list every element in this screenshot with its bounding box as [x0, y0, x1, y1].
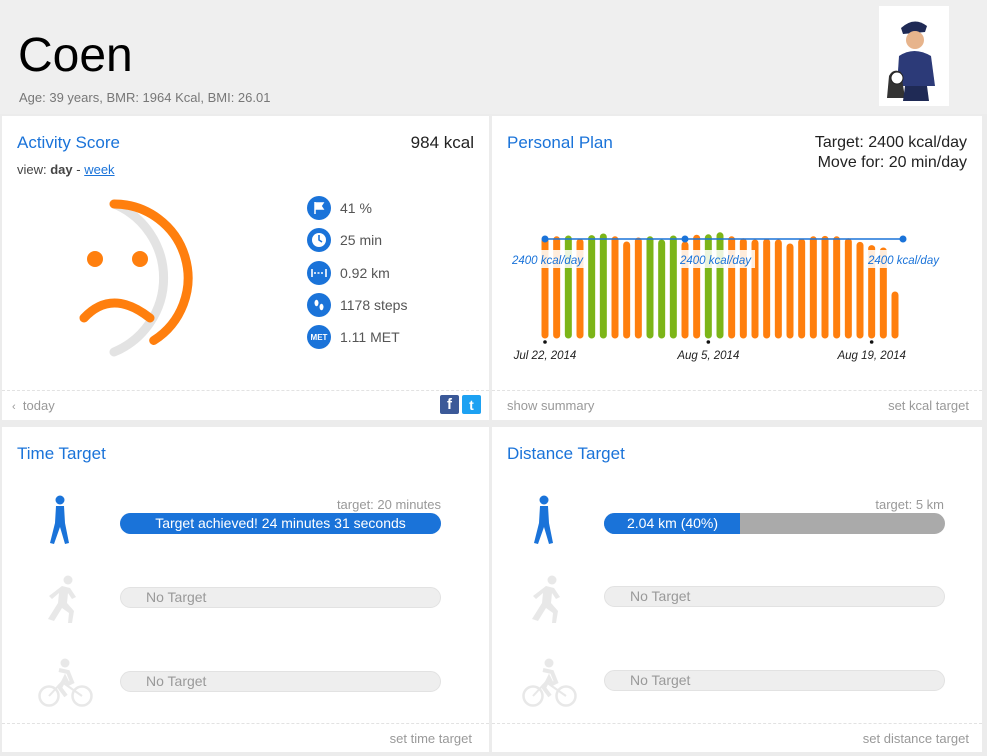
plan-target: Target: 2400 kcal/day [814, 134, 967, 151]
stat-steps-text: 1178 steps [340, 297, 408, 313]
twitter-share-icon[interactable]: t [462, 395, 481, 414]
stat-minutes-text: 25 min [340, 232, 383, 248]
user-name: Coen [18, 29, 133, 82]
stat-steps: 1178 steps [307, 293, 407, 317]
facebook-share-icon[interactable]: f [440, 395, 459, 414]
footsteps-icon [307, 293, 331, 317]
running-icon [532, 575, 560, 623]
face-left-eye [87, 251, 103, 267]
view-separator: - [72, 162, 85, 177]
target-label: 2400 kcal/day [679, 255, 752, 267]
stat-percent-text: 41 % [340, 200, 372, 216]
time-no-target-cycling-text: No Target [146, 673, 207, 689]
distance-target-caption: target: 5 km [875, 497, 944, 512]
time-target-title[interactable]: Time Target [17, 444, 106, 464]
target-point [541, 235, 549, 243]
x-tick-dot [543, 340, 547, 344]
time-target-panel: Time Target target: 20 minutes Target ac… [2, 427, 489, 752]
view-label: view: [17, 162, 51, 177]
today-label: today [22, 398, 55, 413]
chevron-left-icon: ‹ [12, 401, 16, 413]
activity-score-gauge [79, 199, 193, 357]
stat-distance: 0.92 km [307, 261, 390, 285]
stat-met: MET 1.11 MET [307, 325, 400, 349]
stat-met-text: 1.11 MET [340, 329, 400, 345]
face-sad-mouth [79, 298, 155, 323]
target-label: 2400 kcal/day [867, 255, 940, 267]
personal-plan-chart[interactable]: 2400 kcal/day 2400 kcal/day 2400 kcal/day J… [492, 200, 982, 370]
distance-icon [307, 261, 331, 285]
avatar[interactable] [879, 6, 949, 106]
met-icon: MET [307, 325, 331, 349]
footer-divider [492, 390, 982, 391]
walking-icon [50, 495, 69, 544]
user-stats: Age: 39 years, BMR: 1964 Kcal, BMI: 26.0… [19, 90, 271, 105]
distance-no-target-cycling-text: No Target [630, 672, 691, 688]
walking-icon [534, 495, 553, 544]
distance-no-target-running-text: No Target [630, 588, 691, 604]
target-point [899, 235, 907, 243]
stat-percent: 41 % [307, 196, 372, 220]
target-point [681, 235, 689, 243]
x-tick-label: Aug 19, 2014 [836, 350, 905, 362]
plan-move: Move for: 20 min/day [817, 154, 967, 171]
time-progress-bar: Target achieved! 24 minutes 31 seconds [120, 513, 441, 534]
personal-plan-panel: Personal Plan Target: 2400 kcal/day Move… [492, 116, 982, 420]
running-icon [48, 575, 76, 623]
x-tick-dot [706, 340, 711, 344]
time-target-caption: target: 20 minutes [336, 497, 441, 512]
target-label: 2400 kcal/day [511, 255, 584, 267]
distance-progress-bar: 2.04 km (40%) [604, 513, 945, 534]
distance-progress-text: 2.04 km (40%) [627, 515, 719, 531]
x-tick-label: Aug 5, 2014 [676, 350, 739, 362]
footer-divider [2, 390, 489, 391]
footer-divider [492, 723, 982, 724]
set-time-target-link[interactable]: set time target [390, 731, 472, 746]
view-week-link[interactable]: week [84, 162, 114, 177]
distance-no-target-running[interactable]: No Target [604, 586, 945, 607]
time-no-target-cycling[interactable]: No Target [120, 671, 441, 692]
activity-kcal: 984 kcal [410, 133, 474, 152]
cycling-icon [38, 658, 93, 707]
clock-icon [307, 228, 331, 252]
view-switcher: view: day - week [17, 162, 115, 177]
time-no-target-running-text: No Target [146, 589, 207, 605]
profile-header: Coen Age: 39 years, BMR: 1964 Kcal, BMI:… [0, 0, 987, 114]
show-summary-link[interactable]: show summary [507, 398, 594, 413]
distance-target-panel: Distance Target target: 5 km 2.04 km (40… [492, 427, 982, 752]
set-distance-target-link[interactable]: set distance target [863, 731, 969, 746]
x-tick-dot [869, 340, 874, 344]
stat-minutes: 25 min [307, 228, 382, 252]
personal-plan-title[interactable]: Personal Plan [507, 133, 613, 153]
distance-target-title[interactable]: Distance Target [507, 444, 625, 464]
footer-divider [2, 723, 489, 724]
activity-score-title[interactable]: Activity Score [17, 133, 120, 153]
plan-target-info: Target: 2400 kcal/day Move for: 20 min/d… [815, 133, 967, 173]
distance-no-target-cycling[interactable]: No Target [604, 670, 945, 691]
view-day: day [50, 162, 73, 177]
flag-icon [307, 196, 331, 220]
set-kcal-target-link[interactable]: set kcal target [888, 398, 969, 413]
time-progress-text: Target achieved! 24 minutes 31 seconds [155, 515, 406, 531]
time-no-target-running[interactable]: No Target [120, 587, 441, 608]
cycling-icon [522, 658, 577, 707]
x-tick-label: Jul 22, 2014 [513, 350, 577, 362]
face-right-eye [132, 251, 148, 267]
stat-distance-text: 0.92 km [340, 265, 390, 281]
gauge-track [109, 199, 169, 357]
activity-score-panel: Activity Score 984 kcal view: day - week… [2, 116, 489, 420]
today-link[interactable]: ‹ today [12, 398, 55, 413]
